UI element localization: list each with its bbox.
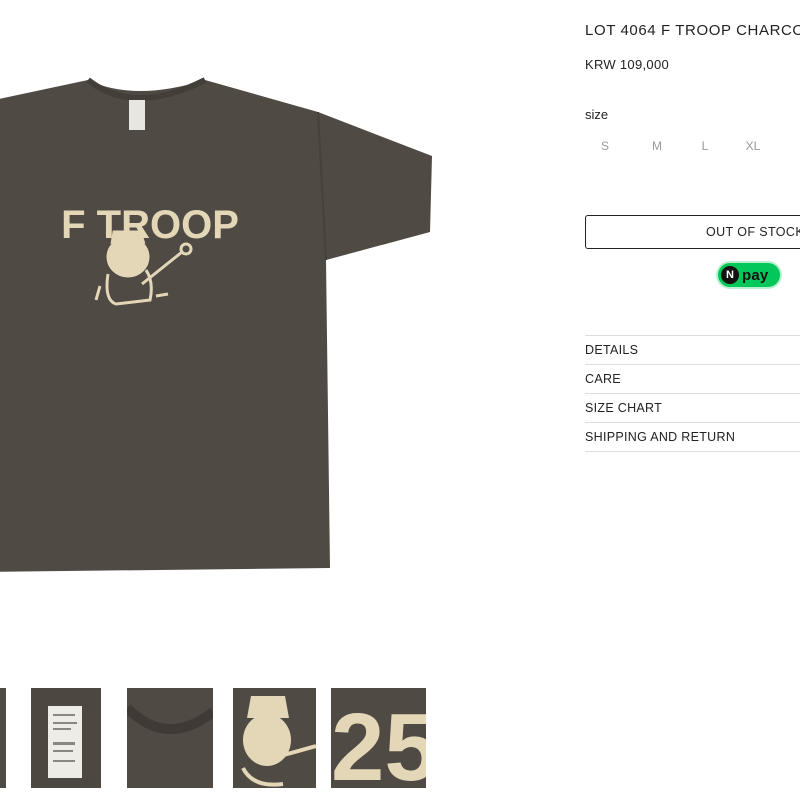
accordion-shipping-return[interactable]: SHIPPING AND RETURN: [585, 423, 800, 452]
thumbnail-number[interactable]: 25: [331, 688, 426, 788]
npay-logo-icon: N: [721, 266, 739, 284]
product-title: LOT 4064 F TROOP CHARCOAL: [585, 22, 800, 39]
naver-pay-button[interactable]: N pay: [718, 263, 780, 287]
accordion-care[interactable]: CARE: [585, 365, 800, 394]
size-option-s[interactable]: S: [585, 137, 633, 155]
thumbnail-number-text: 25: [331, 694, 426, 788]
thumbnail-print-closeup[interactable]: [233, 688, 316, 788]
thumbnail-strip: 25: [0, 688, 560, 788]
shirt-print-text: F TROOP: [61, 203, 239, 247]
thumbnail-front[interactable]: [0, 688, 6, 788]
out-of-stock-button[interactable]: OUT OF STOCK: [585, 215, 800, 249]
size-label: size: [585, 107, 609, 122]
accordion-size-chart[interactable]: SIZE CHART: [585, 394, 800, 423]
main-product-image: F TROOP: [0, 0, 560, 640]
accordion-details[interactable]: DETAILS: [585, 336, 800, 365]
thumbnail-collar[interactable]: [127, 688, 213, 788]
size-option-xl[interactable]: XL: [729, 137, 777, 155]
npay-label: pay: [742, 266, 769, 284]
size-options: S M L XL: [585, 137, 777, 155]
tshirt-illustration: F TROOP: [0, 77, 432, 572]
product-info-accordion: DETAILS CARE SIZE CHART SHIPPING AND RET…: [585, 335, 800, 452]
size-option-l[interactable]: L: [681, 137, 729, 155]
product-price: KRW 109,000: [585, 57, 669, 72]
size-option-m[interactable]: M: [633, 137, 681, 155]
thumbnail-label[interactable]: [31, 688, 101, 788]
